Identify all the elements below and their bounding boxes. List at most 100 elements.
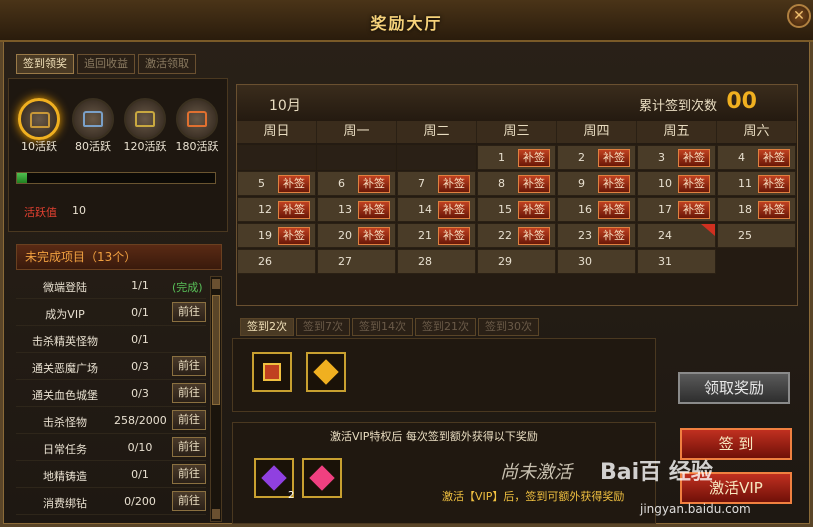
makeup-signin-button[interactable]: 补签 (598, 201, 630, 219)
chest-label: 120活跃 (123, 140, 167, 153)
gem-quantity: 2 (288, 490, 295, 501)
goto-button[interactable]: 前往 (172, 410, 206, 430)
tab-signin[interactable]: 签到领奖 (16, 54, 74, 74)
calendar-day: 28 (397, 249, 476, 274)
day-number: 28 (418, 255, 432, 268)
chest-icon[interactable] (18, 98, 60, 140)
task-row: 通关恶魔广场 0/3 前往 (16, 353, 206, 380)
day-number: 4 (738, 151, 745, 164)
calendar-day: 5 补签 (237, 171, 316, 196)
task-name: 日常任务 (43, 443, 87, 456)
calendar-day: 20 补签 (317, 223, 396, 248)
reward-tab[interactable]: 签到7次 (296, 318, 350, 336)
reward-tab[interactable]: 签到30次 (478, 318, 539, 336)
task-status: (完成) (172, 281, 203, 294)
calendar-day: 23 补签 (557, 223, 636, 248)
scroll-up-icon[interactable] (212, 279, 220, 289)
day-number: 10 (658, 177, 672, 190)
makeup-signin-button[interactable]: 补签 (278, 227, 310, 245)
task-row: 消费绑钻 0/200 前往 (16, 488, 206, 515)
day-number: 8 (498, 177, 505, 190)
reward-tab[interactable]: 签到2次 (240, 318, 294, 336)
makeup-signin-button[interactable]: 补签 (678, 201, 710, 219)
goto-button[interactable]: 前往 (172, 356, 206, 376)
makeup-signin-button[interactable]: 补签 (598, 175, 630, 193)
day-number: 17 (658, 203, 672, 216)
makeup-signin-button[interactable]: 补签 (438, 175, 470, 193)
main-tabs: 签到领奖 追回收益 激活领取 (16, 54, 196, 74)
calendar-day: 1 补签 (477, 145, 556, 170)
vip-note: 激活【VIP】后，签到可额外获得奖励 (442, 490, 625, 503)
task-row: 通关血色城堡 0/3 前往 (16, 380, 206, 407)
day-number: 2 (578, 151, 585, 164)
makeup-signin-button[interactable]: 补签 (598, 227, 630, 245)
reward-tab[interactable]: 签到14次 (352, 318, 413, 336)
makeup-signin-button[interactable]: 补签 (598, 149, 630, 167)
close-icon[interactable]: ✕ (787, 4, 811, 28)
makeup-signin-button[interactable]: 补签 (518, 175, 550, 193)
task-progress: 0/3 (131, 387, 149, 400)
day-number: 26 (258, 255, 272, 268)
calendar-day: 30 (557, 249, 636, 274)
makeup-signin-button[interactable]: 补签 (758, 149, 790, 167)
goto-button[interactable]: 前往 (172, 464, 206, 484)
makeup-signin-button[interactable]: 补签 (758, 201, 790, 219)
makeup-signin-button[interactable]: 补签 (678, 149, 710, 167)
gold-crystal-icon[interactable] (306, 352, 346, 392)
weekday-header: 周五 (637, 121, 717, 143)
calendar-day: 26 (237, 249, 316, 274)
makeup-signin-button[interactable]: 补签 (678, 175, 710, 193)
watermark-url: jingyan.baidu.com (640, 502, 751, 516)
goto-button[interactable]: 前往 (172, 437, 206, 457)
task-name: 击杀怪物 (43, 416, 87, 429)
makeup-signin-button[interactable]: 补签 (278, 201, 310, 219)
weekday-header: 周一 (317, 121, 397, 143)
pink-gem-icon[interactable] (302, 458, 342, 498)
makeup-signin-button[interactable]: 补签 (358, 175, 390, 193)
task-name: 地精铸造 (43, 470, 87, 483)
calendar-empty-cell (237, 145, 316, 170)
tab-recover[interactable]: 追回收益 (77, 54, 135, 74)
calendar-day: 22 补签 (477, 223, 556, 248)
chest-icon[interactable] (176, 98, 218, 140)
makeup-signin-button[interactable]: 补签 (438, 227, 470, 245)
goto-button[interactable]: 前往 (172, 491, 206, 511)
chest-icon[interactable] (72, 98, 114, 140)
day-number: 15 (498, 203, 512, 216)
reward-tab[interactable]: 签到21次 (415, 318, 476, 336)
today-marker-icon (701, 224, 715, 236)
tab-activate[interactable]: 激活领取 (138, 54, 196, 74)
makeup-signin-button[interactable]: 补签 (758, 175, 790, 193)
day-number: 27 (338, 255, 352, 268)
goto-button[interactable]: 前往 (172, 383, 206, 403)
makeup-signin-button[interactable]: 补签 (358, 201, 390, 219)
gift-box-icon[interactable] (252, 352, 292, 392)
makeup-signin-button[interactable]: 补签 (518, 227, 550, 245)
scroll-thumb[interactable] (212, 295, 220, 405)
makeup-signin-button[interactable]: 补签 (278, 175, 310, 193)
makeup-signin-button[interactable]: 补签 (518, 149, 550, 167)
task-progress: 0/1 (131, 468, 149, 481)
chest-icon[interactable] (124, 98, 166, 140)
task-list-header: 未完成项目（13个） (16, 244, 222, 270)
goto-button[interactable]: 前往 (172, 302, 206, 322)
weekday-header: 周六 (717, 121, 797, 143)
scroll-down-icon[interactable] (212, 509, 220, 519)
title-bar: 奖励大厅 ✕ (0, 0, 813, 42)
day-number: 6 (338, 177, 345, 190)
weekday-header: 周三 (477, 121, 557, 143)
weekday-header: 周四 (557, 121, 637, 143)
calendar-day: 14 补签 (397, 197, 476, 222)
day-number: 25 (738, 229, 752, 242)
calendar-day: 24 (637, 223, 716, 248)
makeup-signin-button[interactable]: 补签 (518, 201, 550, 219)
day-number: 12 (258, 203, 272, 216)
day-number: 14 (418, 203, 432, 216)
task-row: 微端登陆 1/1 (完成) (16, 272, 206, 299)
makeup-signin-button[interactable]: 补签 (358, 227, 390, 245)
day-number: 9 (578, 177, 585, 190)
claim-reward-button[interactable]: 领取奖励 (678, 372, 790, 404)
calendar-empty-cell (397, 145, 476, 170)
task-scrollbar[interactable] (210, 276, 222, 522)
makeup-signin-button[interactable]: 补签 (438, 201, 470, 219)
